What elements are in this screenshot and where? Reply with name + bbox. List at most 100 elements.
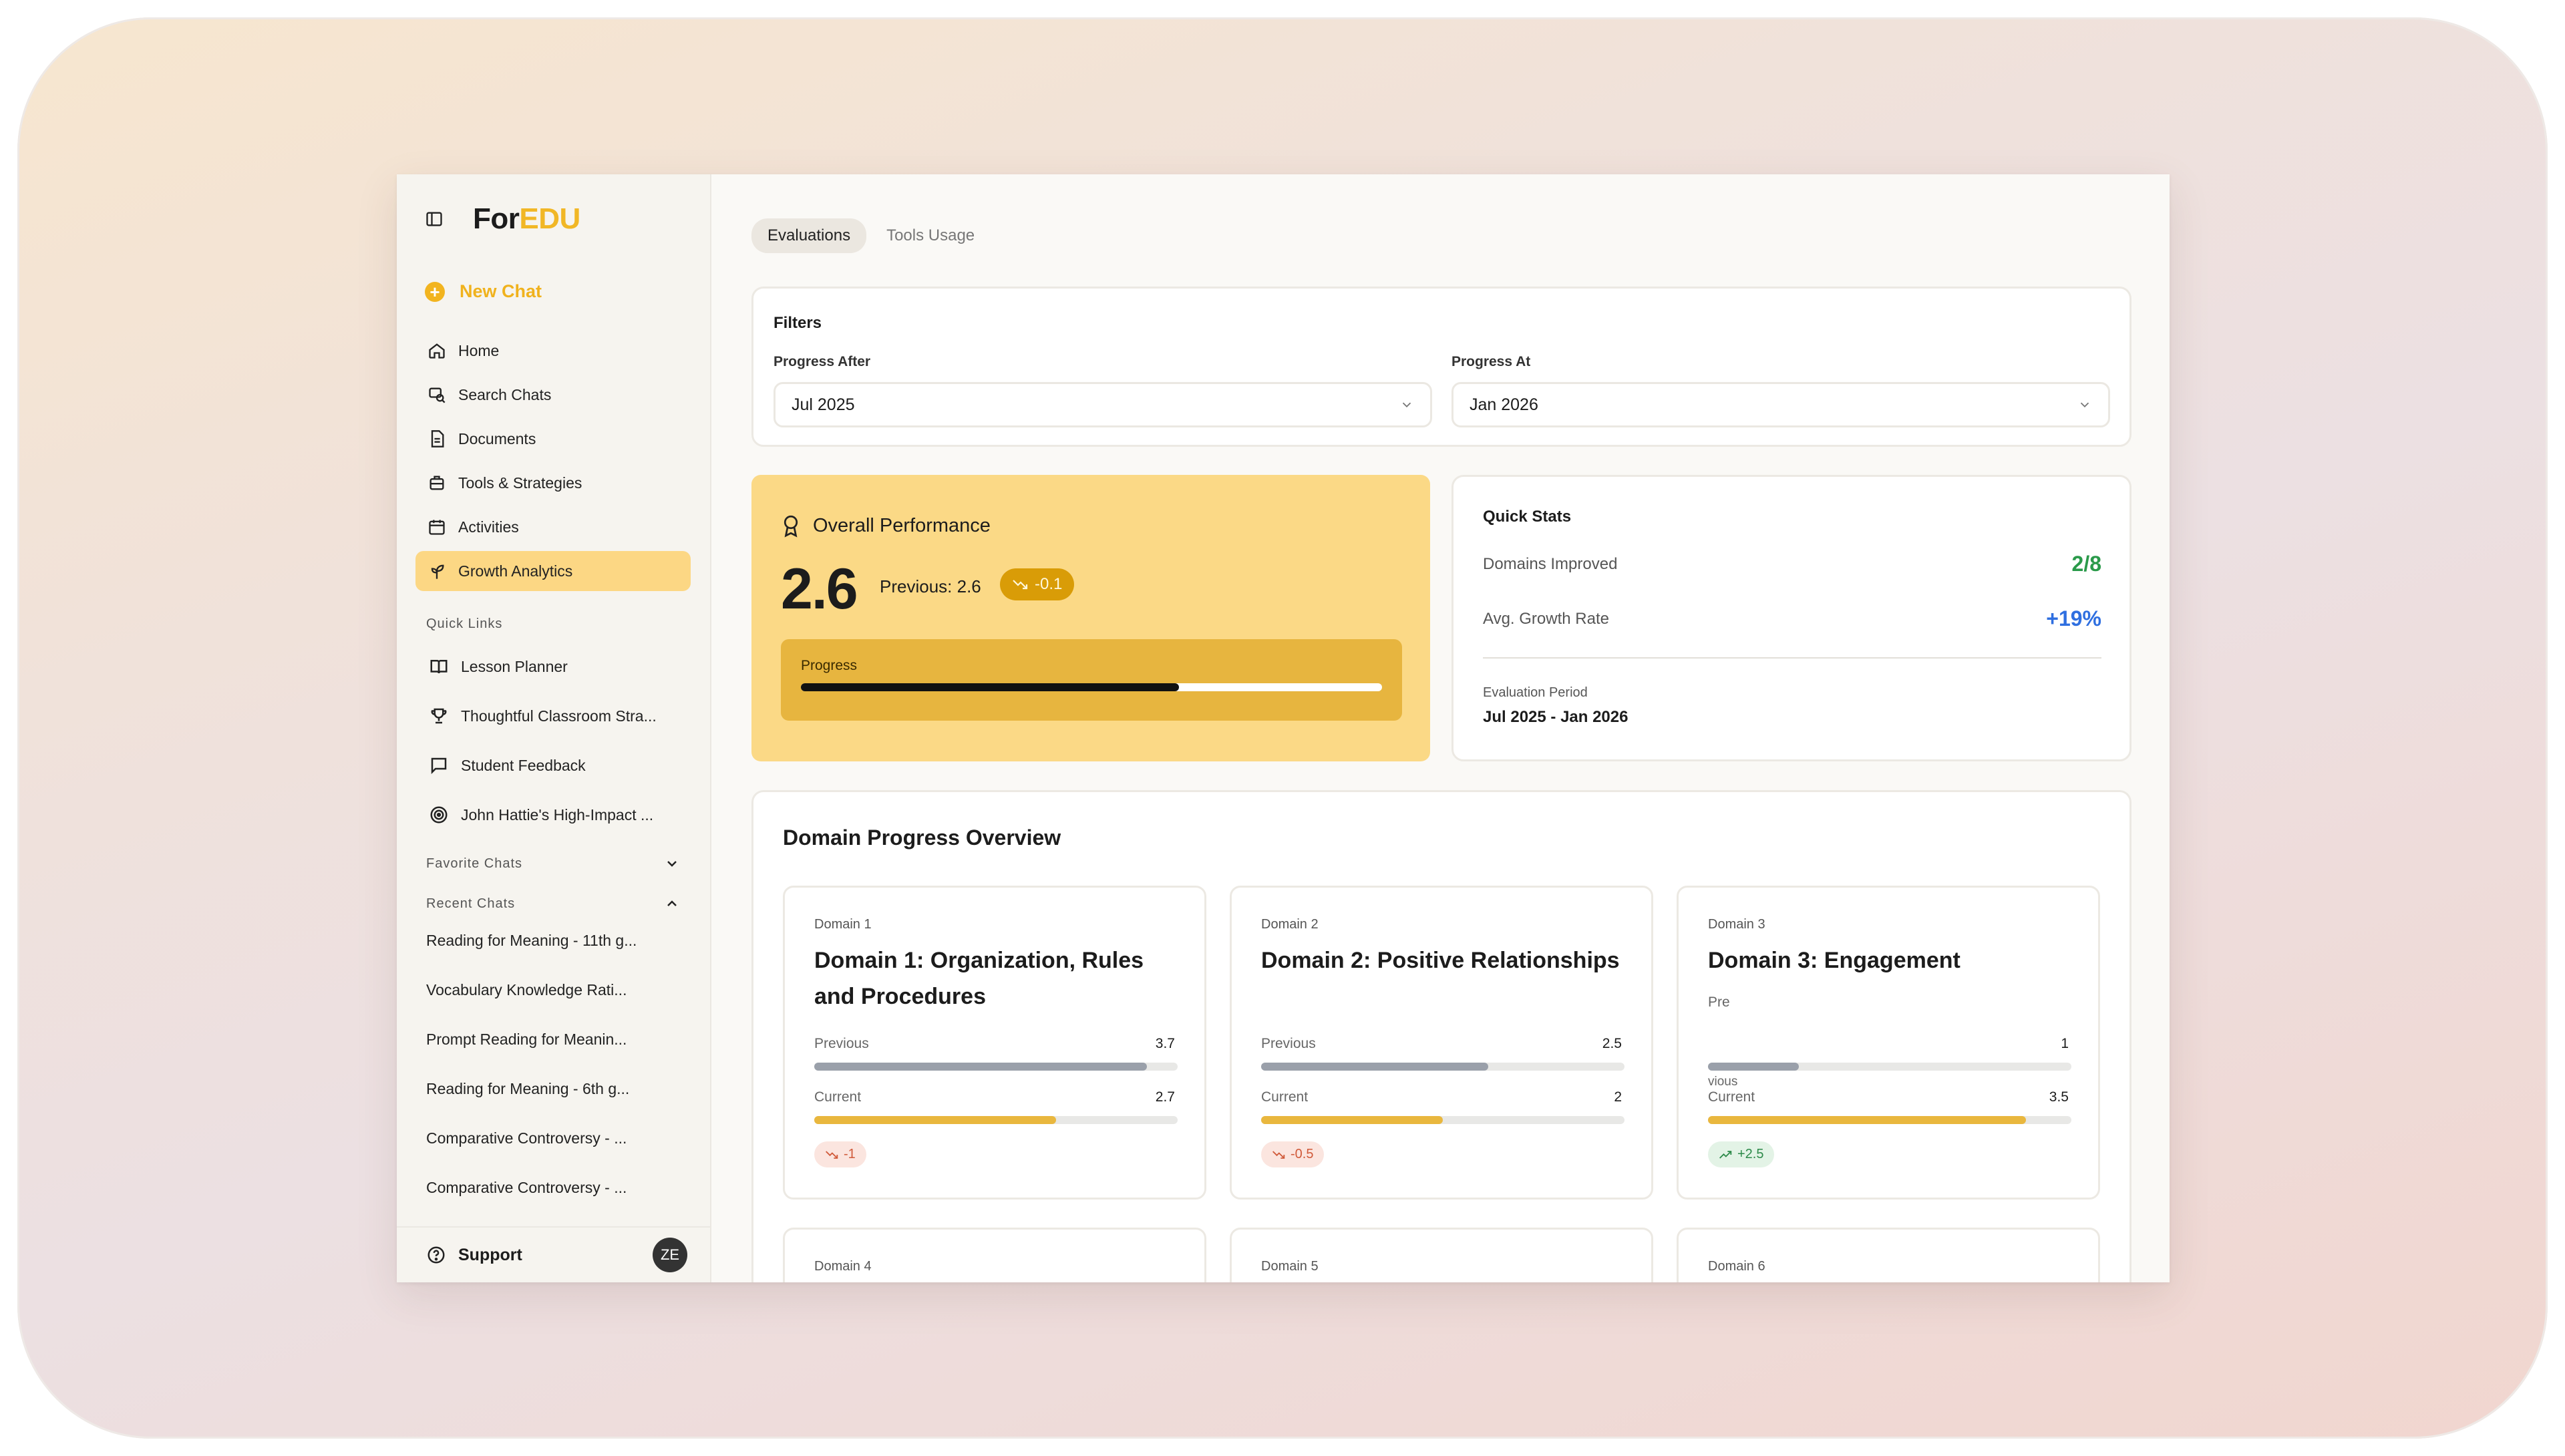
- sidebar: ForEDU + New Chat Home Search Chats Docu…: [397, 174, 711, 1282]
- chevron-up-icon: [667, 900, 677, 906]
- progress-fill: [801, 683, 1179, 691]
- sidebar-nav: Home Search Chats Documents Tools & Stra…: [415, 331, 691, 595]
- domain-card-5[interactable]: Domain 5: [1230, 1228, 1653, 1282]
- domain-current-value: 3.5: [2049, 1089, 2069, 1105]
- trend-down-icon: [1272, 1150, 1285, 1159]
- chevron-down-icon: [1402, 402, 1411, 408]
- domain-tag: Domain 1: [814, 917, 872, 932]
- domain-title: Domain 3: Engagement: [1708, 948, 1960, 973]
- overall-progress: Progress: [781, 639, 1402, 721]
- domain-card-6[interactable]: Domain 6: [1677, 1228, 2100, 1282]
- sidebar-item-tools-strategies[interactable]: Tools & Strategies: [415, 463, 691, 503]
- app-window: ForEDU + New Chat Home Search Chats Docu…: [397, 174, 2170, 1282]
- progress-at-value: Jan 2026: [1470, 395, 1538, 414]
- domain-tag: Domain 6: [1708, 1259, 1765, 1274]
- recent-chat-item[interactable]: Comparative Controversy - ...: [426, 1113, 680, 1163]
- domain-previous-value: 1: [2061, 1036, 2069, 1051]
- domain-tag: Domain 2: [1261, 917, 1319, 932]
- document-icon: [431, 430, 444, 447]
- support-link[interactable]: Support: [426, 1245, 522, 1265]
- stat-domains-improved: Domains Improved 2/8: [1483, 552, 2101, 576]
- calendar-icon: [429, 520, 445, 535]
- tools-icon: [430, 476, 444, 490]
- growth-icon: [431, 564, 444, 579]
- domains-improved-value: 2/8: [2071, 552, 2101, 576]
- recent-chat-item[interactable]: Reading for Meaning - 11th g...: [426, 916, 680, 965]
- chat-bubble-icon: [431, 757, 447, 775]
- progress-at-select[interactable]: Jan 2026: [1451, 382, 2110, 427]
- domain-card-3[interactable]: Domain 3 Domain 3: Engagement Pre 1 viou…: [1677, 886, 2100, 1200]
- progress-after-label: Progress After: [774, 354, 871, 369]
- sidebar-item-home[interactable]: Home: [415, 331, 691, 371]
- domain-previous-bar: [1261, 1063, 1624, 1071]
- user-avatar[interactable]: ZE: [653, 1238, 687, 1272]
- overall-performance-card: Overall Performance 2.6 Previous: 2.6 -0…: [751, 475, 1430, 761]
- progress-after-value: Jul 2025: [792, 395, 855, 414]
- tab-evaluations[interactable]: Evaluations: [751, 218, 867, 253]
- domain-tag: Domain 5: [1261, 1259, 1319, 1274]
- progress-track: [801, 683, 1382, 691]
- search-chats-icon: [429, 387, 446, 403]
- quick-links-heading: Quick Links: [426, 616, 503, 631]
- help-circle-icon: [428, 1246, 445, 1264]
- evaluation-period-label: Evaluation Period: [1483, 685, 1588, 700]
- filters-panel: Filters Progress After Jul 2025 Progress…: [751, 287, 2131, 447]
- quick-link-student-feedback[interactable]: Student Feedback: [415, 741, 691, 790]
- overall-score: 2.6: [781, 557, 858, 621]
- domain-current-bar: [814, 1116, 1178, 1124]
- trend-down-icon: [1013, 580, 1028, 590]
- evaluation-period-value: Jul 2025 - Jan 2026: [1483, 708, 1629, 726]
- target-icon: [430, 806, 448, 824]
- sidebar-footer: Support ZE: [397, 1226, 711, 1282]
- view-tabs: Evaluations Tools Usage: [751, 218, 995, 253]
- recent-chat-item[interactable]: Reading for Meaning - 6th g...: [426, 1064, 680, 1113]
- domain-current-bar: [1708, 1116, 2071, 1124]
- domain-current-value: 2: [1614, 1089, 1622, 1105]
- brand-header: ForEDU: [425, 202, 580, 236]
- quick-link-hattie[interactable]: John Hattie's High-Impact ...: [415, 790, 691, 840]
- sidebar-item-search-chats[interactable]: Search Chats: [415, 375, 691, 415]
- recent-chat-item[interactable]: Comparative Controversy - ...: [426, 1163, 680, 1212]
- quick-link-lesson-planner[interactable]: Lesson Planner: [415, 642, 691, 691]
- progress-label: Progress: [801, 658, 858, 673]
- stats-divider: [1483, 657, 2101, 659]
- book-icon: [430, 660, 448, 674]
- domain-delta-chip: +2.5: [1708, 1141, 1775, 1167]
- quick-link-thoughtful-classroom[interactable]: Thoughtful Classroom Stra...: [415, 691, 691, 741]
- plus-icon: +: [425, 281, 445, 302]
- domain-previous-bar: [814, 1063, 1178, 1071]
- sidebar-toggle-icon[interactable]: [425, 210, 444, 228]
- domain-progress-overview: Domain Progress Overview Domain 1 Domain…: [751, 790, 2131, 1282]
- trend-down-icon: [826, 1150, 838, 1159]
- main-content: Evaluations Tools Usage Filters Progress…: [711, 174, 2170, 1282]
- sidebar-item-documents[interactable]: Documents: [415, 419, 691, 459]
- progress-after-select[interactable]: Jul 2025: [774, 382, 1432, 427]
- quick-links: Lesson Planner Thoughtful Classroom Stra…: [415, 642, 691, 840]
- recent-chat-item[interactable]: Prompt Reading for Meanin...: [426, 1015, 680, 1064]
- domain-title: Domain 1: Organization, Rules and Proced…: [814, 948, 1144, 1009]
- chevron-down-icon: [667, 861, 677, 867]
- award-icon: [784, 515, 798, 538]
- new-chat-button[interactable]: + New Chat: [425, 281, 542, 302]
- sidebar-item-growth-analytics[interactable]: Growth Analytics: [415, 551, 691, 591]
- favorite-chats-toggle[interactable]: Favorite Chats: [426, 856, 680, 872]
- domain-previous-value: 2.5: [1602, 1036, 1622, 1051]
- domain-card-1[interactable]: Domain 1 Domain 1: Organization, Rules a…: [783, 886, 1206, 1200]
- domain-card-4[interactable]: Domain 4: [783, 1228, 1206, 1282]
- domain-title: Domain 2: Positive Relationships: [1261, 948, 1620, 973]
- domain-tag: Domain 3: [1708, 917, 1765, 932]
- domain-delta-chip: -1: [814, 1141, 866, 1167]
- recent-chat-item[interactable]: Vocabulary Knowledge Rati...: [426, 965, 680, 1015]
- tab-tools-usage[interactable]: Tools Usage: [870, 218, 991, 253]
- domain-current-bar: [1261, 1116, 1624, 1124]
- domain-card-2[interactable]: Domain 2 Domain 2: Positive Relationship…: [1230, 886, 1653, 1200]
- trophy-icon: [431, 708, 447, 724]
- chevron-down-icon: [2080, 402, 2089, 408]
- sidebar-item-activities[interactable]: Activities: [415, 507, 691, 547]
- quick-stats-card: Quick Stats Domains Improved 2/8 Avg. Gr…: [1451, 475, 2131, 761]
- recent-chats-toggle[interactable]: Recent Chats: [426, 896, 680, 912]
- overall-performance-title: Overall Performance: [781, 514, 991, 538]
- avg-growth-value: +19%: [2046, 606, 2101, 630]
- progress-at-label: Progress At: [1451, 354, 1531, 369]
- stat-avg-growth: Avg. Growth Rate +19%: [1483, 606, 2101, 630]
